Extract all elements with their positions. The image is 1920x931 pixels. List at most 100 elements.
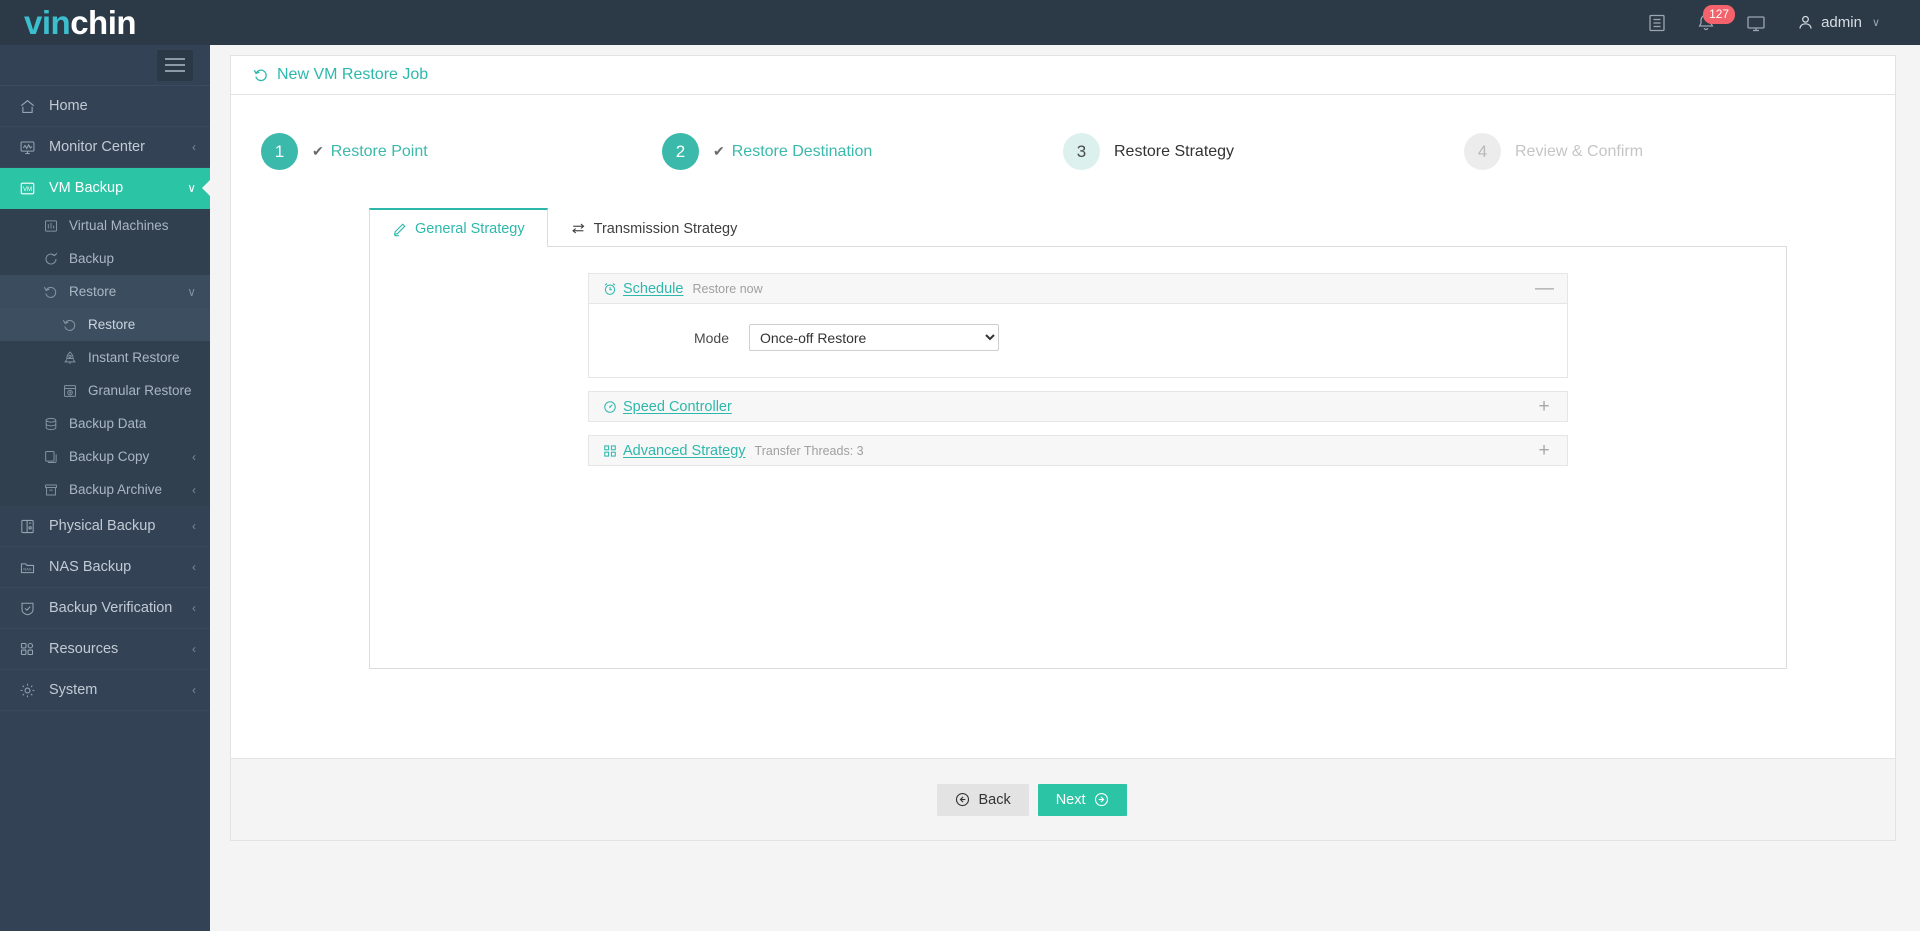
sidebar-item-vm-backup[interactable]: VM VM Backup ∨ (0, 168, 210, 209)
sidebar-item-restore-l1[interactable]: Restore ∨ (0, 275, 210, 308)
arrow-left-circle-icon (955, 792, 970, 807)
panel-title[interactable]: Schedule (623, 281, 683, 297)
chevron-icon: ∨ (187, 284, 196, 299)
panel-toggle-icon[interactable]: + (1535, 441, 1553, 460)
main-content: New VM Restore Job 1 ✔ Restore Point 2 ✔ Rest… (210, 45, 1920, 931)
home-icon (16, 96, 38, 116)
sidebar-item-nas-backup[interactable]: NAS NAS Backup ‹ (0, 547, 210, 588)
tab-label: Transmission Strategy (593, 220, 738, 237)
sidebar-item-instant-restore-l2[interactable]: Instant Restore (0, 341, 210, 374)
panel-summary: Transfer Threads: 3 (754, 443, 864, 458)
sidebar-item-label: NAS Backup (49, 559, 132, 575)
menu-icon[interactable] (157, 49, 193, 81)
panel-toggle-icon[interactable]: — (1535, 279, 1554, 298)
step-number: 3 (1063, 133, 1100, 170)
archive-icon (43, 482, 61, 498)
svg-text:VM: VM (22, 186, 31, 192)
alarm-clock-icon (603, 282, 617, 296)
shield-check-icon (16, 598, 38, 618)
chevron-icon: ∨ (187, 181, 196, 195)
sidebar-item-label: Restore (69, 284, 117, 299)
step-label-wrap: Restore Strategy (1114, 143, 1234, 161)
wizard-step-restore-strategy[interactable]: 3 Restore Strategy (1063, 133, 1464, 170)
app-logo[interactable]: vinchin (0, 6, 210, 39)
check-icon: ✔ (312, 143, 324, 159)
user-name-label: admin (1821, 14, 1862, 31)
step-number: 4 (1464, 133, 1501, 170)
back-button[interactable]: Back (937, 783, 1029, 816)
copy-icon (43, 449, 61, 465)
sidebar-item-resources[interactable]: Resources ‹ (0, 629, 210, 670)
wizard-step-restore-destination[interactable]: 2 ✔ Restore Destination (662, 133, 1063, 170)
chevron-down-icon: ∨ (1871, 17, 1880, 29)
sidebar-item-granular-restore-l2[interactable]: Granular Restore (0, 374, 210, 407)
chevron-icon: ‹ (192, 642, 196, 656)
sidebar-item-system[interactable]: System ‹ (0, 670, 210, 711)
wizard-step-restore-point[interactable]: 1 ✔ Restore Point (261, 133, 662, 170)
tab-panel-general-strategy: Schedule Restore now — Mode Once-off Restore… (369, 247, 1787, 669)
sidebar-item-backup-data-l1[interactable]: Backup Data (0, 407, 210, 440)
arrow-right-circle-icon (1094, 792, 1109, 807)
panel-title[interactable]: Speed Controller (623, 399, 732, 415)
step-label: Restore Strategy (1114, 142, 1235, 160)
sidebar-item-label: Resources (49, 641, 119, 657)
panel-toggle-icon[interactable]: + (1535, 397, 1553, 416)
panel-body-schedule: Mode Once-off Restore (588, 304, 1568, 378)
sidebar-item-home[interactable]: Home (0, 86, 210, 127)
wizard-steps: 1 ✔ Restore Point 2 ✔ Restore Destination 3 Res… (261, 95, 1865, 170)
sidebar-item-restore-l2[interactable]: Restore (0, 308, 210, 341)
server-icon (16, 516, 38, 536)
sidebar-item-physical-backup[interactable]: Physical Backup ‹ (0, 506, 210, 547)
pencil-icon (392, 222, 407, 237)
chevron-icon: ‹ (192, 560, 196, 574)
sidebar-item-backup-copy-l1[interactable]: Backup Copy ‹ (0, 440, 210, 473)
step-label: Restore Point (330, 142, 428, 160)
sidebar-item-monitor-center[interactable]: Monitor Center ‹ (0, 127, 210, 168)
wizard-footer: Back Next (231, 758, 1895, 840)
vm-icon: VM (16, 178, 38, 198)
next-button[interactable]: Next (1037, 783, 1127, 816)
step-label-wrap: ✔ Restore Destination (713, 143, 872, 161)
speedometer-icon (603, 400, 617, 414)
monitor-chart-icon (16, 137, 38, 157)
panel-advanced-strategy: Advanced Strategy Transfer Threads: 3 + (588, 435, 1568, 466)
strategy-tabs: General Strategy Transmission Strategy (369, 208, 1787, 247)
mode-select[interactable]: Once-off Restore (749, 324, 999, 351)
chevron-icon: ‹ (192, 482, 196, 497)
log-icon[interactable] (1633, 0, 1681, 45)
accordion-panels: Schedule Restore now — Mode Once-off Restore… (370, 273, 1786, 466)
sidebar-item-label: Physical Backup (49, 518, 156, 534)
notification-bell[interactable]: 127 (1681, 0, 1736, 45)
notification-count-badge: 127 (1703, 5, 1736, 24)
panel-speed-controller: Speed Controller + (588, 391, 1568, 422)
panel-header-schedule[interactable]: Schedule Restore now — (588, 273, 1568, 304)
blocks-icon (603, 444, 617, 458)
panel-header-speed-controller[interactable]: Speed Controller + (588, 391, 1568, 422)
mode-form-row: Mode Once-off Restore (589, 324, 1567, 351)
panel-header-advanced-strategy[interactable]: Advanced Strategy Transfer Threads: 3 + (588, 435, 1568, 466)
page-title: New VM Restore Job (230, 55, 1896, 95)
database-icon (43, 416, 61, 432)
sidebar-item-virtual-machines-l1[interactable]: Virtual Machines (0, 209, 210, 242)
panel-title[interactable]: Advanced Strategy (623, 443, 746, 459)
sidebar-item-label: VM Backup (49, 180, 124, 196)
sidebar-item-backup-archive-l1[interactable]: Backup Archive ‹ (0, 473, 210, 506)
sidebar-item-label: Backup Copy (69, 449, 150, 464)
tab-transmission-strategy[interactable]: Transmission Strategy (548, 208, 761, 247)
restore-icon (62, 317, 80, 333)
sidebar-item-label: Home (49, 98, 88, 114)
sidebar-item-label: Backup Data (69, 416, 147, 431)
refresh-icon (43, 251, 61, 267)
tab-general-strategy[interactable]: General Strategy (369, 208, 548, 247)
tab-label: General Strategy (415, 221, 525, 237)
sidebar-item-backup-l1[interactable]: Backup (0, 242, 210, 275)
sidebar-item-backup-verification[interactable]: Backup Verification ‹ (0, 588, 210, 629)
back-button-label: Back (978, 791, 1011, 808)
step-number: 2 (662, 133, 699, 170)
monitor-icon[interactable] (1731, 0, 1781, 45)
wizard-step-review-confirm[interactable]: 4 Review & Confirm (1464, 133, 1865, 170)
granular-icon (62, 383, 80, 399)
sidebar-item-label: Backup (69, 251, 115, 266)
user-menu[interactable]: admin ∨ (1781, 0, 1890, 45)
sidebar-item-label: Virtual Machines (69, 218, 169, 233)
